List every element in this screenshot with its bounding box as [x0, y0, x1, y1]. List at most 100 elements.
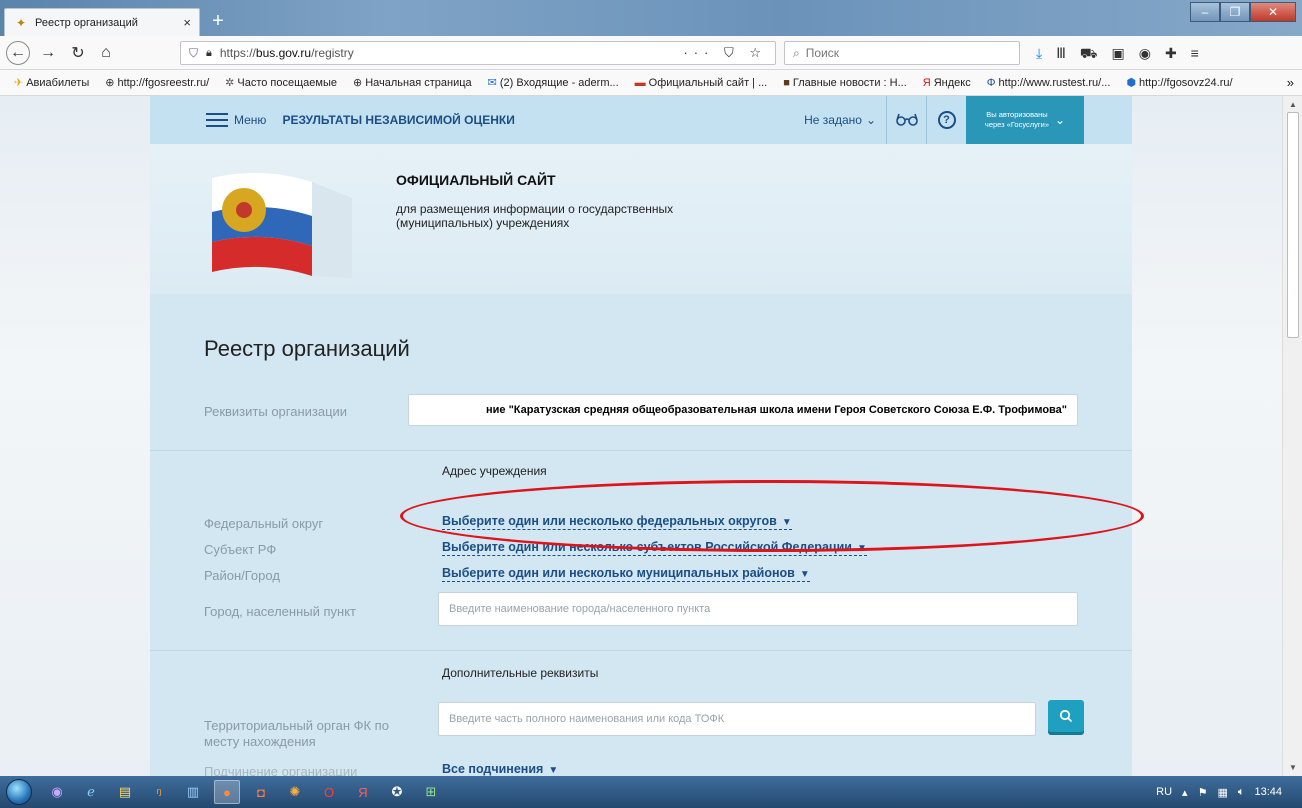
library-icon[interactable]: Ⅲ — [1056, 45, 1066, 64]
bookmark-item[interactable]: ▬ Официальный сайт | ... — [635, 77, 768, 89]
triangle-down-icon: ▼ — [799, 569, 810, 580]
cart-icon[interactable]: ⛟ — [1080, 45, 1098, 64]
menu-icon[interactable]: ≡ — [1191, 45, 1199, 64]
tab-close-icon[interactable]: × — [183, 15, 191, 30]
taskbar-app-icon[interactable]: ▥ — [180, 780, 206, 804]
scroll-down-icon[interactable]: ▼ — [1289, 763, 1297, 772]
city-input[interactable]: Введите наименование города/населенного … — [438, 592, 1078, 626]
divider — [150, 650, 1132, 651]
page-scrollbar[interactable]: ▲ ▼ — [1282, 96, 1302, 776]
close-window-button[interactable]: ✕ — [1250, 2, 1296, 22]
minimize-button[interactable]: – — [1190, 2, 1220, 22]
bookmark-item[interactable]: ⬢ http://fgosovz24.ru/ — [1126, 76, 1233, 90]
site-header: Меню РЕЗУЛЬТАТЫ НЕЗАВИСИМОЙ ОЦЕНКИ Не за… — [150, 96, 1132, 144]
bookmark-item[interactable]: Φhttp://www.rustest.ru/... — [987, 77, 1111, 89]
new-tab-button[interactable]: + — [206, 10, 230, 34]
bookmark-item[interactable]: ⊕ Начальная страница — [353, 76, 472, 90]
district-label: Район/Город — [204, 568, 280, 583]
auth-status-button[interactable]: Вы авторизованы через «Госуслуги» ⌄ — [966, 96, 1084, 144]
bookmark-label: http://fgosovz24.ru/ — [1139, 76, 1233, 89]
glasses-icon[interactable] — [886, 96, 926, 144]
forward-button[interactable]: → — [36, 42, 60, 64]
yandex-icon: Я — [922, 76, 931, 89]
header-right: Не задано ⌄ ? Вы авторизованы через «Гос… — [794, 96, 1084, 144]
firefox-icon[interactable]: ● — [214, 780, 240, 804]
clock[interactable]: 13:44 — [1254, 786, 1282, 798]
bookmark-item[interactable]: Я Яндекс — [923, 77, 971, 89]
bookmark-item[interactable]: ✉ (2) Входящие - aderm... — [487, 76, 619, 90]
bookmark-label: http://fgosreestr.ru/ — [117, 76, 210, 89]
taskbar-app-icon[interactable]: ◉ — [44, 780, 70, 804]
site-icon: ▬ — [634, 76, 646, 89]
explorer-icon[interactable]: ▤ — [112, 780, 138, 804]
globe-icon: ⊕ — [105, 77, 115, 89]
taskbar-app-icon[interactable]: ◘ — [248, 780, 274, 804]
requisites-label: Реквизиты организации — [204, 404, 348, 419]
district-select[interactable]: Выберите один или несколько муниципальны… — [442, 566, 810, 582]
downloads-icon[interactable]: ⤓ — [1036, 45, 1042, 64]
back-button[interactable]: ← — [6, 41, 30, 65]
subject-label: Субъект РФ — [204, 542, 277, 557]
chevron-down-icon: ⌄ — [1055, 113, 1066, 127]
requisites-input[interactable]: ние "Каратузская средняя общеобразовател… — [408, 394, 1078, 426]
federal-district-select[interactable]: Выберите один или несколько федеральных … — [442, 514, 792, 530]
scroll-up-icon[interactable]: ▲ — [1289, 100, 1297, 109]
search-input[interactable]: ⌕ Поиск — [784, 41, 1020, 65]
sidebar-icon[interactable]: ▣ — [1111, 45, 1124, 64]
extension-icon[interactable]: ✚ — [1165, 45, 1177, 64]
lock-icon[interactable]: 🔒︎ — [206, 47, 212, 60]
url-text[interactable]: https://bus.gov.ru/registry — [220, 46, 676, 60]
yandex-browser-icon[interactable]: Я — [350, 780, 376, 804]
bookmark-item[interactable]: ✲ Часто посещаемые — [225, 76, 337, 90]
federal-district-label: Федеральный округ — [204, 516, 324, 531]
account-icon[interactable]: ◉ — [1139, 45, 1151, 64]
mail-icon: ✉ — [487, 77, 497, 89]
reload-button[interactable]: ↻ — [66, 42, 90, 64]
bookmark-item[interactable]: ⊕ http://fgosreestr.ru/ — [105, 76, 210, 90]
flag-icon[interactable]: ⚑ — [1198, 786, 1208, 799]
subject-select[interactable]: Выберите один или несколько субъектов Ро… — [442, 540, 867, 556]
home-button[interactable]: ⌂ — [94, 42, 118, 64]
tray-expand-icon[interactable]: ▴ — [1182, 786, 1188, 799]
taskbar-app-icon[interactable]: ✪ — [384, 780, 410, 804]
section-title-link[interactable]: РЕЗУЛЬТАТЫ НЕЗАВИСИМОЙ ОЦЕНКИ — [282, 113, 514, 127]
bookmark-label: http://www.rustest.ru/... — [998, 76, 1111, 89]
opera-icon[interactable]: O — [316, 780, 342, 804]
volume-icon[interactable]: 🔈︎ — [1238, 786, 1245, 799]
subordination-select[interactable]: Все подчинения ▼ — [442, 762, 558, 776]
federal-district-select-text: Выберите один или несколько федеральных … — [442, 514, 777, 528]
bookmark-item[interactable]: ■ Главные новости : Н... — [783, 77, 907, 89]
windows-taskbar: ◉ ℯ ▤ ᵑ ▥ ● ◘ ✺ O Я ✪ ⊞ RU ▴ ⚑ ▦ 🔈︎ 13:4… — [0, 776, 1302, 808]
scrollbar-thumb[interactable] — [1287, 112, 1299, 338]
maximize-button[interactable]: ❐ — [1220, 2, 1250, 22]
hero-title: ОФИЦИАЛЬНЫЙ САЙТ — [396, 172, 556, 188]
emblem-favicon-icon: ✦ — [15, 15, 27, 30]
fgos-icon: ⬢ — [1126, 77, 1136, 89]
subordination-select-text: Все подчинения — [442, 762, 544, 776]
region-select[interactable]: Не задано ⌄ — [794, 113, 886, 127]
ie-icon[interactable]: ℯ — [78, 780, 104, 804]
tofk-input[interactable]: Введите часть полного наименования или к… — [438, 702, 1036, 736]
flag-emblem-logo[interactable] — [202, 158, 372, 286]
taskbar-app-icon[interactable]: ᵑ — [146, 780, 172, 804]
site-container: Меню РЕЗУЛЬТАТЫ НЕЗАВИСИМОЙ ОЦЕНКИ Не за… — [150, 96, 1132, 776]
address-bar[interactable]: ⛉ 🔒︎ https://bus.gov.ru/registry ··· ⛉ ☆ — [180, 41, 776, 65]
taskbar-app-icon[interactable]: ⊞ — [418, 780, 444, 804]
network-icon[interactable]: ▦ — [1217, 786, 1227, 799]
search-placeholder: Поиск — [805, 46, 839, 60]
tofk-search-button[interactable] — [1048, 700, 1084, 732]
language-indicator[interactable]: RU — [1156, 786, 1172, 798]
menu-button[interactable]: Меню — [206, 113, 266, 127]
auth-line-2: через «Госуслуги» — [984, 120, 1049, 129]
bookmark-item[interactable]: ✈ Авиабилеты — [14, 76, 89, 90]
bookmarks-overflow-icon[interactable]: » — [1287, 75, 1294, 90]
start-button[interactable] — [0, 776, 38, 808]
help-button[interactable]: ? — [926, 96, 966, 144]
city-placeholder: Введите наименование города/населенного … — [449, 603, 711, 615]
browser-tab-active[interactable]: ✦ Реестр организаций × — [4, 8, 200, 36]
bookmark-label: Начальная страница — [365, 76, 472, 89]
tracking-shield-icon[interactable]: ⛉ — [189, 46, 198, 61]
taskbar-app-icon[interactable]: ✺ — [282, 780, 308, 804]
page-actions-icons[interactable]: ··· ⛉ ☆ — [683, 45, 767, 61]
gear-icon: ✲ — [225, 77, 235, 89]
